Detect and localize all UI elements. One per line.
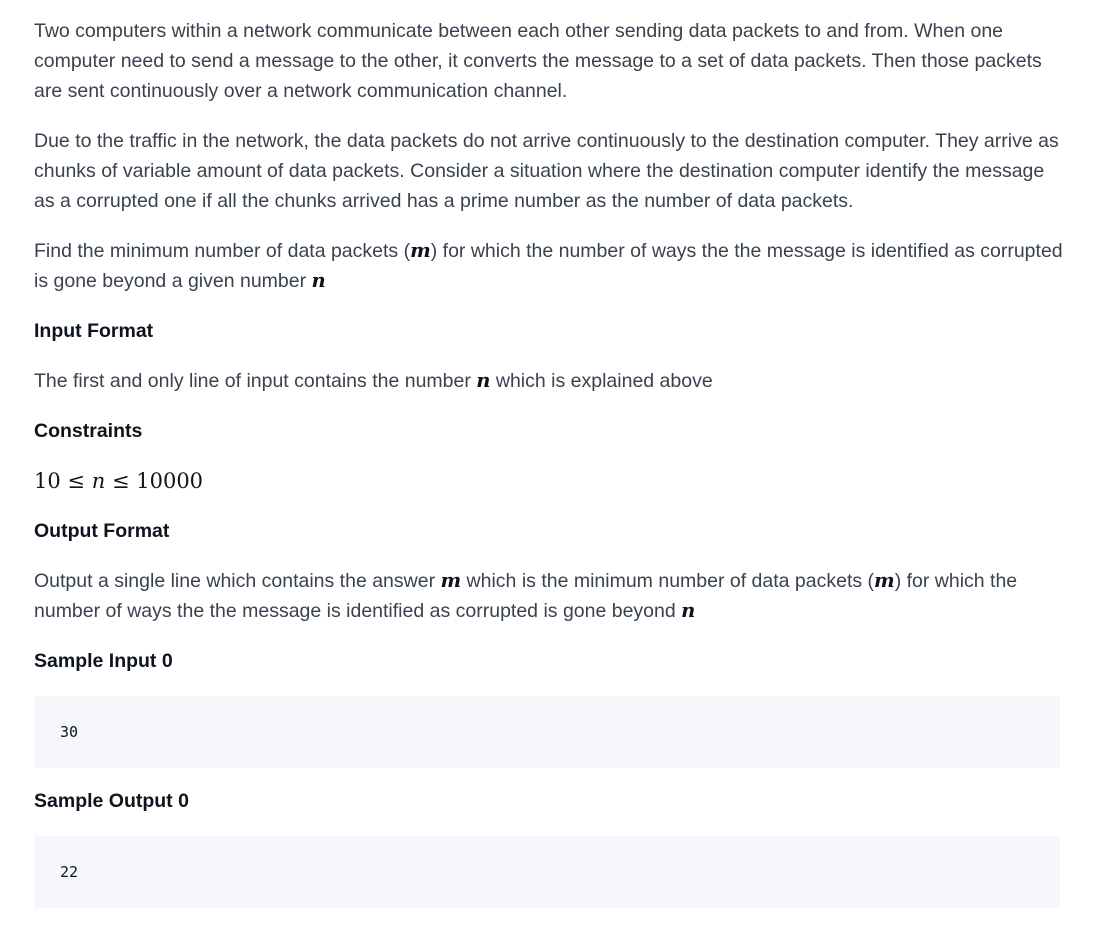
input-format-text-post: which is explained above (490, 370, 713, 392)
output-format-heading: Output Format (34, 520, 170, 542)
sample-input-heading: Sample Input 0 (34, 650, 173, 672)
sample-output-block[interactable]: 22 (34, 836, 1060, 908)
description-text-1: Two computers within a network communica… (34, 20, 1042, 102)
sample-output-heading: Sample Output 0 (34, 790, 189, 812)
math-variable-m: m (874, 569, 895, 592)
leq-symbol: ≤ (111, 469, 130, 493)
description-text-3-pre: Find the minimum number of data packets … (34, 240, 411, 262)
output-format-text-pre: Output a single line which contains the … (34, 570, 441, 592)
math-variable-n: n (681, 599, 696, 622)
constraints-formula: 10 ≤ n ≤ 10000 (34, 466, 1064, 496)
output-format-text-mid: which is the minimum number of data pack… (461, 570, 875, 592)
output-format-text: Output a single line which contains the … (34, 566, 1064, 626)
description-text-2: Due to the traffic in the network, the d… (34, 130, 1059, 212)
constraint-upper-bound: 10000 (136, 469, 204, 493)
leq-symbol: ≤ (67, 469, 86, 493)
description-paragraph-2: Due to the traffic in the network, the d… (34, 126, 1064, 216)
math-variable-n: n (476, 369, 491, 392)
math-variable-m: m (440, 569, 462, 592)
description-paragraph-1: Two computers within a network communica… (34, 16, 1064, 106)
math-variable-m: m (410, 239, 431, 262)
input-format-text: The first and only line of input contain… (34, 366, 1064, 396)
constraint-lower-bound: 10 (34, 469, 61, 493)
input-format-heading: Input Format (34, 320, 154, 342)
input-format-text-pre: The first and only line of input contain… (34, 370, 477, 392)
math-variable-n: n (311, 269, 326, 292)
description-paragraph-3: Find the minimum number of data packets … (34, 236, 1064, 296)
problem-statement: Two computers within a network communica… (34, 16, 1064, 908)
constraints-heading: Constraints (34, 420, 143, 442)
constraint-variable: n (91, 469, 106, 493)
sample-input-block[interactable]: 30 (34, 696, 1060, 768)
